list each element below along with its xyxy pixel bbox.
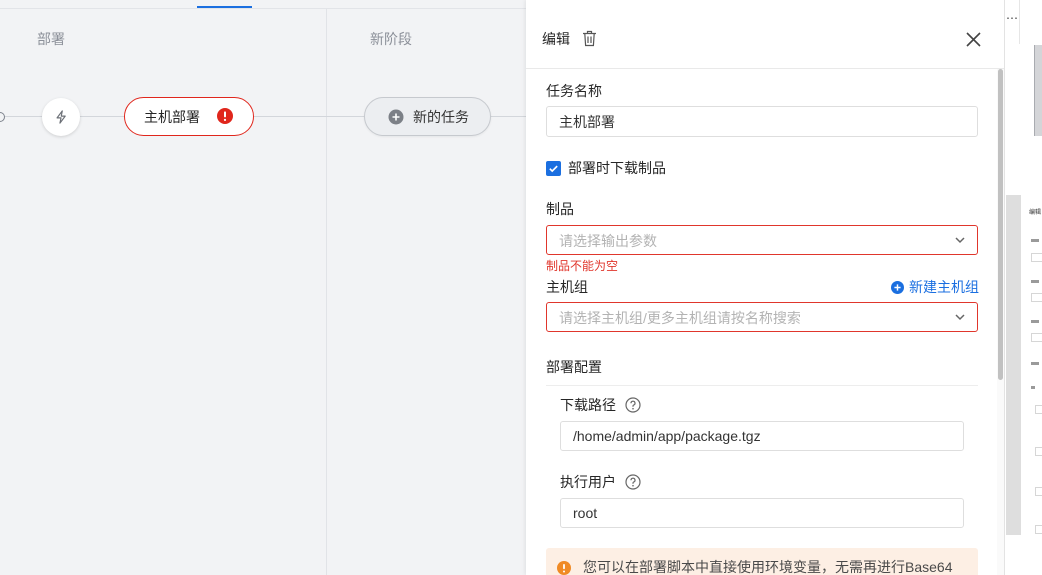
download-artifact-checkbox[interactable] <box>546 161 561 176</box>
trash-icon[interactable] <box>582 30 597 47</box>
mini-input <box>1035 405 1042 414</box>
active-tab-indicator <box>197 6 252 8</box>
mini-input <box>1031 253 1042 262</box>
mini-panel-title: 编辑 <box>1029 210 1042 216</box>
more-icon[interactable]: ⋯ <box>1006 11 1018 25</box>
lightning-icon <box>56 110 66 124</box>
warning-icon <box>557 561 571 575</box>
host-group-label: 主机组 <box>546 279 588 295</box>
mini-input <box>1035 447 1042 456</box>
chevron-down-icon <box>955 237 965 244</box>
mini-edit-panel: 编辑 <box>1021 195 1042 535</box>
mini-label <box>1031 362 1039 365</box>
preview-thumbnail <box>1034 45 1042 136</box>
host-group-select[interactable]: 请选择主机组/更多主机组请按名称搜索 <box>546 302 978 332</box>
plus-circle-icon <box>388 109 404 125</box>
artifact-placeholder: 请选择输出参数 <box>559 233 657 249</box>
deploy-config-heading: 部署配置 <box>546 359 602 375</box>
mini-input <box>1035 525 1042 534</box>
artifact-error-message: 制品不能为空 <box>546 259 619 273</box>
mini-label <box>1031 280 1039 283</box>
artifact-label: 制品 <box>546 201 574 217</box>
edit-panel: 编辑 任务名称 部署时下载制品 制品 请选择输出参数 制品不能为空 主机组 新建… <box>526 0 1004 575</box>
mini-label <box>1031 320 1039 323</box>
new-task-button[interactable]: 新的任务 <box>364 97 491 136</box>
stage-title-new[interactable]: 新阶段 <box>370 30 412 48</box>
pipeline-start-node <box>0 112 5 122</box>
exec-user-label: 执行用户 <box>560 474 616 490</box>
preview-area: 编辑 <box>1006 195 1042 535</box>
create-host-group-link[interactable]: 新建主机组 <box>891 278 979 296</box>
download-path-input[interactable] <box>560 421 964 451</box>
mini-label <box>1031 386 1035 389</box>
stage-divider <box>326 9 327 575</box>
pipeline-canvas: 部署 新阶段 主机部署 新的任务 <box>0 0 526 575</box>
artifact-select[interactable]: 请选择输出参数 <box>546 225 978 255</box>
question-circle-icon[interactable] <box>625 474 641 490</box>
error-exclamation-icon <box>217 108 233 124</box>
exec-user-input[interactable] <box>560 498 964 528</box>
task-node-label: 主机部署 <box>144 109 200 125</box>
mini-label <box>1031 239 1039 242</box>
panel-scrollbar-thumb[interactable] <box>998 69 1003 380</box>
close-icon[interactable] <box>966 32 981 47</box>
plus-circle-icon <box>891 280 904 294</box>
checkmark-icon <box>549 165 558 173</box>
question-circle-icon[interactable] <box>625 397 641 413</box>
host-group-placeholder: 请选择主机组/更多主机组请按名称搜索 <box>559 310 801 326</box>
tab-bar-border <box>0 8 526 9</box>
new-task-label: 新的任务 <box>413 109 469 125</box>
task-name-label: 任务名称 <box>546 83 602 99</box>
stage-title-deploy[interactable]: 部署 <box>37 30 65 48</box>
background-window: ⋯ 编辑 <box>1004 0 1042 575</box>
task-name-input[interactable] <box>546 106 978 137</box>
section-divider <box>546 385 978 386</box>
mini-input <box>1031 333 1042 342</box>
mini-input <box>1035 487 1042 496</box>
panel-header: 编辑 <box>526 0 1004 69</box>
panel-title: 编辑 <box>542 31 570 47</box>
download-artifact-label[interactable]: 部署时下载制品 <box>568 159 666 177</box>
env-variable-notice: 您可以在部署脚本中直接使用环境变量，无需再进行Base64 <box>546 548 978 575</box>
chevron-down-icon <box>955 314 965 321</box>
trigger-node[interactable] <box>42 98 80 136</box>
download-path-label: 下载路径 <box>560 397 616 413</box>
mini-input <box>1031 293 1042 302</box>
notice-text: 您可以在部署脚本中直接使用环境变量，无需再进行Base64 <box>583 559 953 575</box>
task-node-host-deploy[interactable]: 主机部署 <box>124 97 254 136</box>
create-host-group-label: 新建主机组 <box>909 279 979 295</box>
window-divider <box>1019 0 1020 44</box>
